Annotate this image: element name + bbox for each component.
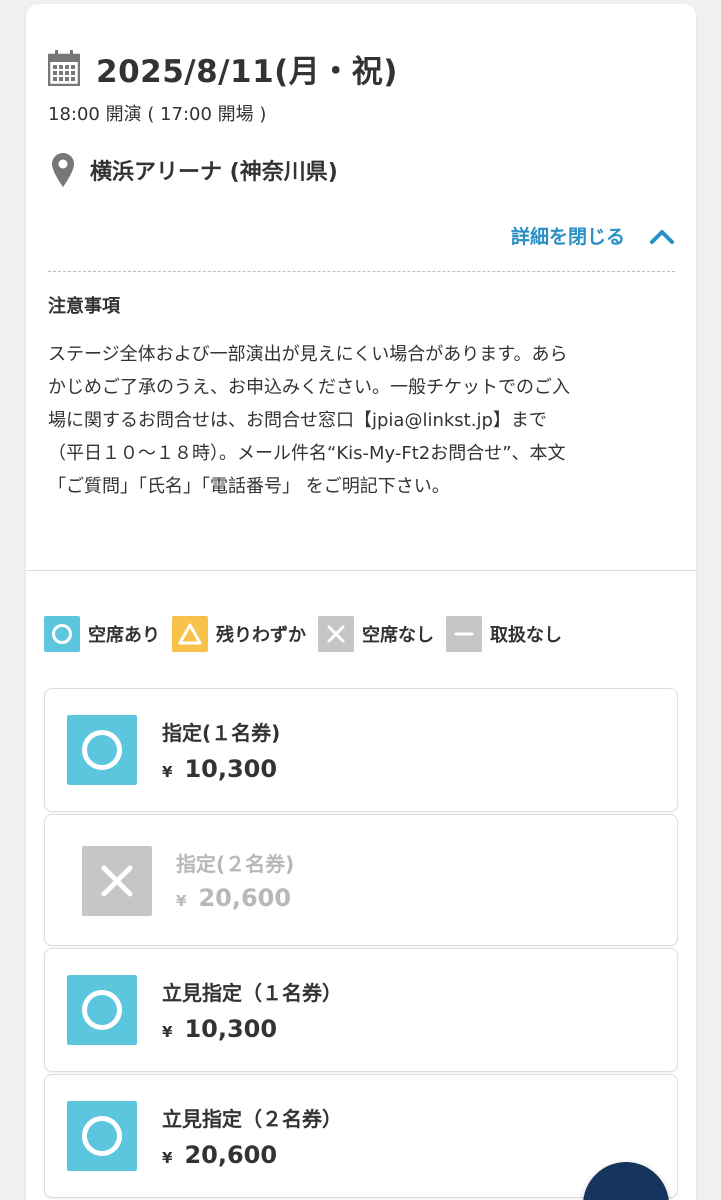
legend-label: 取扱なし <box>490 625 562 646</box>
calendar-icon <box>48 50 80 86</box>
event-date: 2025/8/11(月・祝) <box>96 53 398 90</box>
ticket-price: ¥20,600 <box>162 1141 277 1169</box>
legend-label: 残りわずか <box>216 625 306 646</box>
event-date-row: 2025/8/11(月・祝) <box>48 44 398 92</box>
notes-line: ステージ全体および一部演出が見えにくい場合があります。あら <box>48 344 568 365</box>
circle-icon <box>67 975 137 1045</box>
location-pin-icon <box>52 153 74 187</box>
dash-icon <box>446 616 482 652</box>
notes-body: ステージ全体および一部演出が見えにくい場合があります。あら かじめご了承のうえ、… <box>48 338 678 503</box>
cross-icon <box>318 616 354 652</box>
legend-item-not-handled: 取扱なし <box>446 616 562 652</box>
price-amount: 10,300 <box>184 755 278 783</box>
currency-symbol: ¥ <box>162 1023 173 1041</box>
cross-icon <box>82 846 152 916</box>
notes-title: 注意事項 <box>48 296 120 317</box>
ticket-name: 立見指定（１名券） <box>162 981 342 1005</box>
legend-label: 空席なし <box>362 625 434 646</box>
chevron-up-icon <box>650 229 674 244</box>
event-time: 18:00 開演 ( 17:00 開場 ) <box>48 104 267 125</box>
ticket-option[interactable]: 指定(１名券) ¥10,300 <box>44 688 678 812</box>
ticket-name: 指定(１名券) <box>162 721 281 745</box>
notes-line: 「ご質問」「氏名」「電話番号」 をご明記下さい。 <box>48 476 450 497</box>
triangle-icon <box>172 616 208 652</box>
dashed-divider <box>48 271 675 272</box>
circle-icon <box>44 616 80 652</box>
notes-line: 場に関するお問合せは、お問合せ窓口【jpia@linkst.jp】まで <box>48 410 547 431</box>
section-divider <box>26 570 696 571</box>
event-venue-row: 横浜アリーナ (神奈川県) <box>52 150 338 190</box>
close-details-toggle[interactable]: 詳細を閉じる <box>511 222 675 249</box>
circle-icon <box>67 1101 137 1171</box>
close-details-label: 詳細を閉じる <box>510 226 625 248</box>
price-amount: 20,600 <box>184 1141 278 1169</box>
price-amount: 10,300 <box>184 1015 278 1043</box>
ticket-price: ¥20,600 <box>176 884 291 912</box>
ticket-name: 立見指定（２名券） <box>162 1107 342 1131</box>
legend-item-few-left: 残りわずか <box>172 616 306 652</box>
ticket-name: 指定(２名券) <box>176 852 295 876</box>
legend-label: 空席あり <box>88 625 160 646</box>
price-amount: 20,600 <box>198 884 292 912</box>
legend-item-available: 空席あり <box>44 616 160 652</box>
currency-symbol: ¥ <box>162 1149 173 1167</box>
ticket-option: 指定(２名券) ¥20,600 <box>44 814 678 946</box>
event-venue: 横浜アリーナ (神奈川県) <box>90 160 338 185</box>
page: 2025/8/11(月・祝) 18:00 開演 ( 17:00 開場 ) 横浜ア… <box>0 0 721 1200</box>
currency-symbol: ¥ <box>162 763 173 781</box>
legend-item-sold-out: 空席なし <box>318 616 434 652</box>
availability-legend: 空席あり 残りわずか 空席なし 取扱なし <box>44 616 574 652</box>
notes-line: （平日１０～１８時）。メール件名“Kis-My-Ft2お問合せ”、本文 <box>48 443 566 464</box>
circle-icon <box>67 715 137 785</box>
currency-symbol: ¥ <box>176 892 187 910</box>
ticket-price: ¥10,300 <box>162 1015 277 1043</box>
ticket-option[interactable]: 立見指定（２名券） ¥20,600 <box>44 1074 678 1198</box>
ticket-price: ¥10,300 <box>162 755 277 783</box>
notes-line: かじめご了承のうえ、お申込みください。一般チケットでのご入 <box>48 377 570 398</box>
ticket-option[interactable]: 立見指定（１名券） ¥10,300 <box>44 948 678 1072</box>
